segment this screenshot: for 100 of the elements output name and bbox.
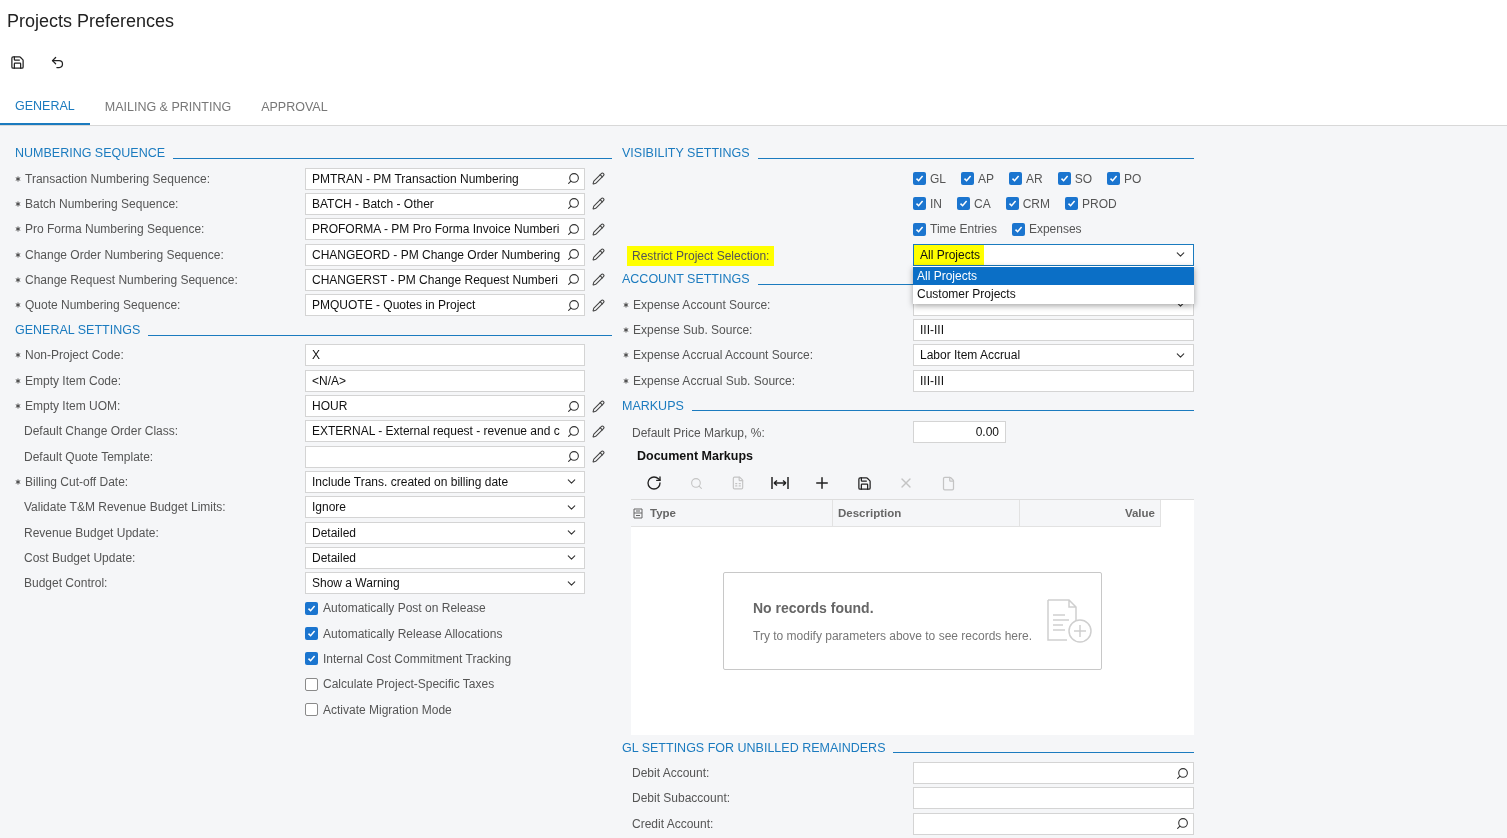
lookup-field[interactable]	[913, 812, 1194, 835]
dropdown-field[interactable]: Show a Warning	[305, 572, 585, 595]
column-header[interactable]: Value	[1020, 500, 1161, 527]
save-icon[interactable]	[10, 54, 25, 70]
edit-icon[interactable]	[592, 248, 605, 262]
field-label: Empty Item UOM:	[25, 398, 121, 415]
number-field[interactable]: 0.00	[913, 420, 1006, 443]
tab[interactable]: MAILING & PRINTING	[89, 89, 247, 125]
lookup-field[interactable]: BATCH - Batch - Other	[305, 192, 585, 215]
refresh-icon[interactable]	[646, 475, 662, 492]
checkbox[interactable]	[1065, 197, 1078, 211]
dropdown-field[interactable]: Detailed	[305, 546, 585, 569]
lookup-field[interactable]	[305, 445, 585, 468]
checkbox[interactable]	[957, 197, 970, 211]
dropdown-field[interactable]: All Projects	[913, 243, 1194, 266]
section-title: VISIBILITY SETTINGS	[622, 145, 750, 163]
field-value: CHANGERST - PM Change Request Numberi	[311, 271, 558, 289]
checkbox[interactable]	[913, 197, 926, 211]
checkbox[interactable]	[961, 172, 974, 186]
search-icon[interactable]	[567, 172, 580, 186]
check-icon	[959, 199, 968, 209]
checkbox[interactable]	[913, 172, 926, 186]
checkbox[interactable]	[1009, 172, 1023, 186]
checkbox[interactable]	[305, 677, 318, 691]
check-icon	[1007, 199, 1017, 209]
checkbox-label: Activate Migration Mode	[323, 701, 452, 719]
dropdown-field[interactable]: Detailed	[305, 521, 585, 544]
checkbox[interactable]	[1011, 222, 1025, 236]
edit-icon[interactable]	[592, 450, 605, 464]
text-field[interactable]: <N/A>	[305, 369, 585, 392]
text-field[interactable]	[913, 787, 1194, 810]
tab[interactable]: GENERAL	[0, 89, 90, 125]
column-header[interactable]: Type	[645, 500, 833, 527]
edit-icon[interactable]	[592, 298, 605, 312]
save-icon[interactable]	[856, 475, 872, 491]
search-icon[interactable]	[567, 450, 580, 464]
checkbox-label: CA	[974, 195, 991, 213]
checkbox[interactable]	[305, 601, 318, 615]
search-icon[interactable]	[567, 298, 580, 312]
check-icon	[307, 603, 316, 613]
search-icon[interactable]	[567, 424, 580, 438]
field-value: All Projects	[914, 244, 985, 265]
lookup-field[interactable]	[913, 762, 1194, 784]
dropdown-field[interactable]: Include Trans. created on billing date	[305, 470, 585, 493]
field-value: Show a Warning	[311, 575, 400, 593]
checkbox[interactable]	[305, 703, 318, 717]
edit-icon[interactable]	[592, 273, 605, 287]
checkbox[interactable]	[305, 627, 318, 641]
column-header[interactable]: Description	[833, 500, 1020, 527]
undo-icon[interactable]	[50, 54, 65, 70]
search-icon[interactable]	[1176, 817, 1189, 831]
lookup-field[interactable]: CHANGEORD - PM Change Order Numbering	[305, 243, 585, 266]
lookup-field[interactable]: HOUR	[305, 395, 585, 417]
empty-title: No records found.	[753, 598, 875, 618]
check-icon	[307, 629, 316, 639]
field-label: Change Order Numbering Sequence:	[25, 246, 224, 264]
edit-icon[interactable]	[592, 222, 605, 236]
section-title: GL SETTINGS FOR UNBILLED REMAINDERS	[622, 739, 886, 757]
checkbox-label: PO	[1124, 170, 1142, 188]
lookup-field[interactable]: CHANGERST - PM Change Request Numberi	[305, 268, 585, 291]
checkbox-label: Time Entries	[930, 221, 997, 239]
search-icon[interactable]	[1176, 766, 1189, 780]
checkbox[interactable]	[1057, 172, 1071, 186]
search-icon[interactable]	[567, 197, 580, 211]
edit-icon[interactable]	[592, 399, 605, 413]
dropdown-option[interactable]: All Projects	[913, 266, 1194, 285]
text-field[interactable]: X	[305, 344, 585, 367]
field-label: Default Change Order Class:	[24, 423, 179, 441]
check-icon	[1109, 174, 1119, 184]
field-value: PMTRAN - PM Transaction Numbering	[311, 170, 519, 188]
edit-icon[interactable]	[592, 197, 605, 211]
edit-icon[interactable]	[592, 172, 605, 186]
checkbox[interactable]	[1005, 197, 1019, 211]
checkbox[interactable]	[913, 222, 926, 236]
field-label: Credit Account:	[632, 815, 714, 833]
lookup-field[interactable]: PROFORMA - PM Pro Forma Invoice Numberi	[305, 218, 585, 241]
field-value: EXTERNAL - External request - revenue and c	[311, 423, 560, 441]
dropdown-field[interactable]: Labor Item Accrual	[913, 344, 1194, 367]
search-icon[interactable]	[567, 248, 580, 262]
search-icon[interactable]	[567, 399, 580, 413]
text-field[interactable]: III-III	[913, 369, 1194, 392]
fit-columns-icon[interactable]	[771, 476, 789, 491]
checkbox[interactable]	[305, 652, 318, 666]
lookup-field[interactable]: PMTRAN - PM Transaction Numbering	[305, 167, 585, 190]
lookup-field[interactable]: EXTERNAL - External request - revenue and c	[305, 420, 585, 443]
check-icon	[1059, 174, 1069, 184]
tab[interactable]: APPROVAL	[246, 89, 343, 125]
dropdown-option[interactable]: Customer Projects	[913, 284, 1194, 303]
text-field[interactable]: III-III	[913, 319, 1194, 342]
lookup-field[interactable]: PMQUOTE - Quotes in Project	[305, 294, 585, 317]
edit-icon[interactable]	[592, 424, 605, 438]
empty-message: Try to modify parameters above to see records here.	[753, 627, 1032, 645]
checkbox[interactable]	[1107, 172, 1121, 186]
search-icon[interactable]	[567, 222, 580, 236]
field-label: Expense Account Source:	[633, 296, 771, 314]
column-settings-icon[interactable]	[633, 507, 643, 519]
search-icon[interactable]	[567, 273, 580, 287]
checkbox-label: CRM	[1022, 195, 1050, 213]
dropdown-field[interactable]: Ignore	[305, 496, 585, 519]
check-icon	[963, 174, 972, 184]
